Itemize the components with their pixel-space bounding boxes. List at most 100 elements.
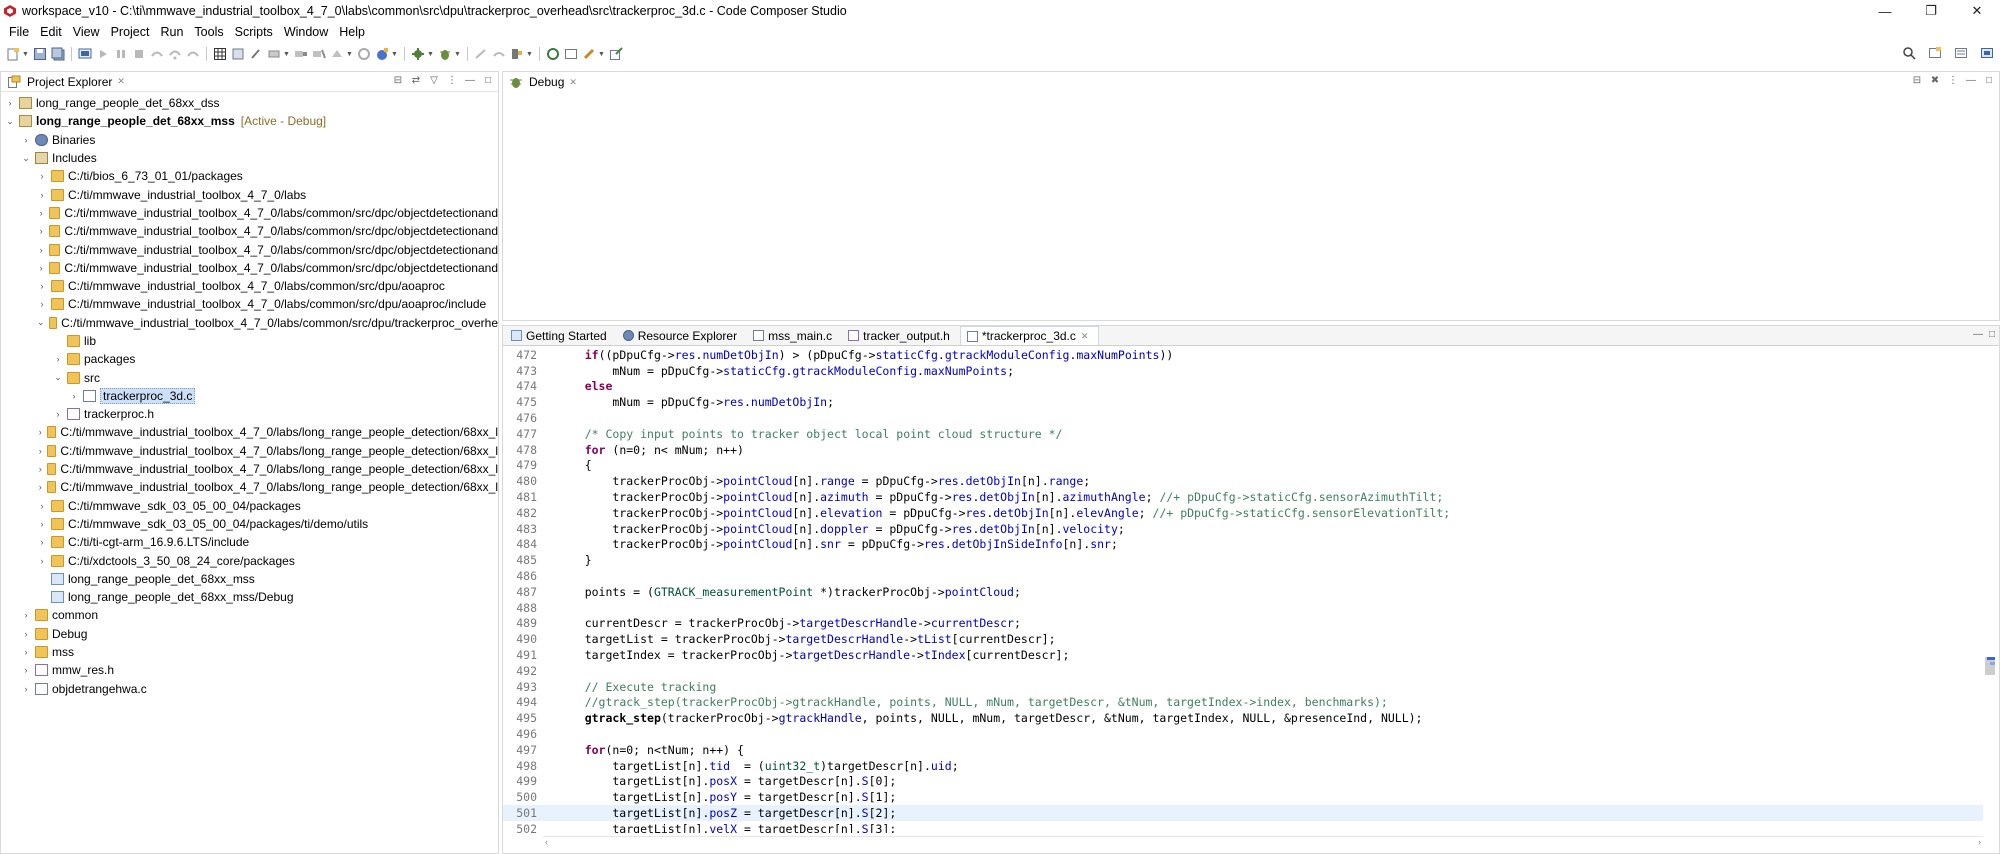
code-line[interactable]: 472 if((pDpuCfg->res.numDetObjIn) > (pDp… bbox=[503, 347, 1983, 363]
tree-item[interactable]: › C:/ti/mmwave_industrial_toolbox_4_7_0/l… bbox=[1, 204, 498, 222]
tree-item[interactable]: ⌄ src bbox=[1, 368, 498, 386]
step-into-icon[interactable] bbox=[150, 47, 164, 61]
menu-project[interactable]: Project bbox=[106, 25, 156, 39]
menu-view[interactable]: View bbox=[68, 25, 106, 39]
terminal-icon[interactable] bbox=[564, 47, 578, 61]
restore-button[interactable]: ❐ bbox=[1908, 0, 1954, 22]
code-line[interactable]: 497 for(n=0; n<tNum; n++) { bbox=[503, 742, 1983, 758]
tree-item[interactable]: › C:/ti/mmwave_industrial_toolbox_4_7_0/l… bbox=[1, 277, 498, 295]
tree-item[interactable]: long_range_people_det_68xx_mss/Debug bbox=[1, 588, 498, 606]
tree-item[interactable]: lib bbox=[1, 332, 498, 350]
expand-arrow-icon[interactable]: › bbox=[21, 135, 31, 145]
dropdown-icon[interactable]: ▼ bbox=[283, 51, 290, 58]
tree-item[interactable]: › C:/ti/mmwave_sdk_03_05_00_04/packages bbox=[1, 497, 498, 515]
code-line[interactable]: 498 targetList[n].tid = (uint32_t)target… bbox=[503, 758, 1983, 774]
menu-help[interactable]: Help bbox=[334, 25, 371, 39]
editor-tab[interactable]: tracker_output.h bbox=[842, 326, 960, 345]
expand-arrow-icon[interactable]: › bbox=[37, 482, 43, 492]
dropdown-icon[interactable]: ▼ bbox=[598, 51, 605, 58]
expand-arrow-icon[interactable]: › bbox=[37, 446, 43, 456]
external-tools-icon[interactable] bbox=[609, 47, 623, 61]
expand-arrow-icon[interactable]: › bbox=[37, 299, 47, 309]
tree-item[interactable]: › C:/ti/mmwave_industrial_toolbox_4_7_0/l… bbox=[1, 460, 498, 478]
expand-arrow-icon[interactable]: › bbox=[37, 190, 47, 200]
maximize-editor-icon[interactable]: □ bbox=[1989, 329, 1995, 340]
new-dropdown-icon[interactable]: ▼ bbox=[22, 51, 29, 58]
expand-arrow-icon[interactable]: › bbox=[21, 665, 31, 675]
editor-tab[interactable]: *trackerproc_3d.c ✕ bbox=[959, 326, 1100, 345]
expand-arrow-icon[interactable]: › bbox=[21, 610, 31, 620]
step-over-icon[interactable] bbox=[168, 47, 182, 61]
code-editor[interactable]: 472 if((pDpuCfg->res.numDetObjIn) > (pDp… bbox=[503, 347, 1983, 833]
collapse-arrow-icon[interactable]: ⌄ bbox=[53, 372, 63, 383]
expand-arrow-icon[interactable]: › bbox=[37, 263, 45, 273]
tree-item[interactable]: › C:/ti/bios_6_73_01_01/packages bbox=[1, 167, 498, 185]
code-line[interactable]: 493 // Execute tracking bbox=[503, 679, 1983, 695]
view-menu-icon[interactable]: ⋮ bbox=[1947, 75, 1959, 86]
overview-ruler-mark[interactable] bbox=[1987, 657, 1995, 660]
code-line[interactable]: 487 points = (GTRACK_measurementPoint *)… bbox=[503, 584, 1983, 600]
code-line[interactable]: 480 trackerProcObj->pointCloud[n].range … bbox=[503, 473, 1983, 489]
close-view-icon[interactable]: ✕ bbox=[117, 76, 125, 87]
code-line[interactable]: 492 bbox=[503, 663, 1983, 679]
minimize-view-icon[interactable]: — bbox=[1965, 75, 1977, 86]
view-menu-icon[interactable]: ⋮ bbox=[446, 75, 458, 86]
code-line[interactable]: 489 currentDescr = trackerProcObj->targe… bbox=[503, 616, 1983, 632]
tree-item[interactable]: › C:/ti/mmwave_industrial_toolbox_4_7_0/l… bbox=[1, 259, 498, 277]
tree-item[interactable]: › Debug bbox=[1, 625, 498, 643]
debug-view-icon[interactable] bbox=[78, 47, 92, 61]
dropdown-icon[interactable]: ▼ bbox=[346, 51, 353, 58]
tree-item[interactable]: › C:/ti/xdctools_3_50_08_24_core/packages bbox=[1, 551, 498, 569]
code-line[interactable]: 496 bbox=[503, 726, 1983, 742]
expand-arrow-icon[interactable]: › bbox=[21, 684, 31, 694]
tree-item[interactable]: › C:/ti/mmwave_industrial_toolbox_4_7_0/l… bbox=[1, 295, 498, 313]
tree-item[interactable]: ⌄ Includes bbox=[1, 149, 498, 167]
tree-item[interactable]: › trackerproc.h bbox=[1, 405, 498, 423]
ccs-debug-perspective-icon[interactable] bbox=[1980, 46, 1994, 60]
breakpoint-icon[interactable] bbox=[249, 47, 263, 61]
code-line[interactable]: 499 targetList[n].posX = targetDescr[n].… bbox=[503, 774, 1983, 790]
flash-icon[interactable] bbox=[375, 47, 389, 61]
vertical-scrollbar[interactable] bbox=[1983, 347, 1997, 833]
expand-arrow-icon[interactable]: › bbox=[53, 354, 63, 364]
code-line[interactable]: 473 mNum = pDpuCfg->staticCfg.gtrackModu… bbox=[503, 363, 1983, 379]
collapse-arrow-icon[interactable]: ⌄ bbox=[37, 317, 45, 328]
maximize-view-icon[interactable]: □ bbox=[482, 75, 494, 86]
editor-tab[interactable]: Getting Started bbox=[505, 326, 617, 345]
expand-arrow-icon[interactable]: › bbox=[53, 409, 63, 419]
debug-icon[interactable] bbox=[438, 47, 452, 61]
open-type-icon[interactable] bbox=[546, 47, 560, 61]
expressions-icon[interactable] bbox=[267, 47, 281, 61]
tools-icon[interactable] bbox=[510, 47, 524, 61]
code-line[interactable]: 491 targetIndex = trackerProcObj->target… bbox=[503, 647, 1983, 663]
next-annotation-icon[interactable] bbox=[492, 47, 506, 61]
open-perspective-icon[interactable] bbox=[1928, 46, 1942, 60]
menu-window[interactable]: Window bbox=[279, 25, 334, 39]
save-all-icon[interactable] bbox=[51, 47, 65, 61]
expand-arrow-icon[interactable]: › bbox=[37, 519, 47, 529]
search-icon[interactable] bbox=[1902, 46, 1916, 60]
menu-file[interactable]: File bbox=[4, 25, 35, 39]
code-line[interactable]: 481 trackerProcObj->pointCloud[n].azimut… bbox=[503, 489, 1983, 505]
pin-icon[interactable] bbox=[582, 47, 596, 61]
minimize-button[interactable]: — bbox=[1862, 0, 1908, 22]
resume-icon[interactable] bbox=[96, 47, 110, 61]
editor-tab[interactable]: mss_main.c bbox=[747, 326, 842, 345]
tree-item[interactable]: › long_range_people_det_68xx_dss bbox=[1, 94, 498, 112]
close-tab-icon[interactable]: ✕ bbox=[1081, 331, 1089, 342]
tree-item[interactable]: ⌄ C:/ti/mmwave_industrial_toolbox_4_7_0/l… bbox=[1, 314, 498, 332]
tree-item[interactable]: › C:/ti/ti-cgt-arm_16.9.6.LTS/include bbox=[1, 533, 498, 551]
expand-arrow-icon[interactable]: › bbox=[37, 281, 47, 291]
tree-item[interactable]: › C:/ti/mmwave_industrial_toolbox_4_7_0/l… bbox=[1, 478, 498, 496]
expand-arrow-icon[interactable]: › bbox=[37, 537, 47, 547]
menu-edit[interactable]: Edit bbox=[35, 25, 68, 39]
expand-arrow-icon[interactable]: › bbox=[21, 647, 31, 657]
close-view-icon[interactable]: ✕ bbox=[569, 77, 577, 88]
code-line[interactable]: 484 trackerProcObj->pointCloud[n].snr = … bbox=[503, 537, 1983, 553]
terminate-icon[interactable] bbox=[132, 47, 146, 61]
code-line[interactable]: 475 mNum = pDpuCfg->res.numDetObjIn; bbox=[503, 394, 1983, 410]
save-icon[interactable] bbox=[33, 47, 47, 61]
tree-item[interactable]: › Binaries bbox=[1, 131, 498, 149]
code-line[interactable]: 477 /* Copy input points to tracker obje… bbox=[503, 426, 1983, 442]
tree-item[interactable]: › C:/ti/mmwave_sdk_03_05_00_04/packages/t… bbox=[1, 515, 498, 533]
